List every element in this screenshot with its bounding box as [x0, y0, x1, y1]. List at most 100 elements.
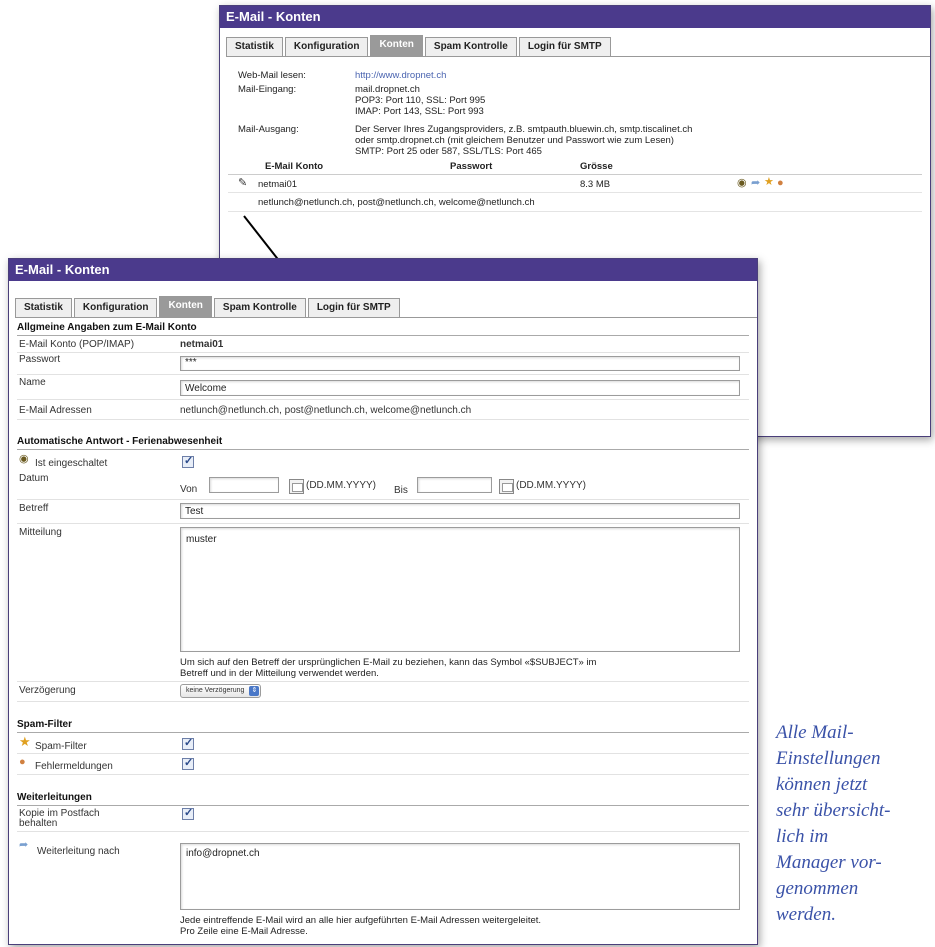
- date-from-format: (DD.MM.YYYY): [306, 480, 376, 491]
- front-panel-title: E-Mail - Konten: [9, 259, 757, 281]
- outgoing-line-1: Der Server Ihres Zugangsproviders, z.B. …: [355, 124, 693, 135]
- back-tab-konten[interactable]: Konten: [370, 35, 423, 56]
- tab-spam-kontrolle[interactable]: Spam Kontrolle: [213, 298, 306, 317]
- row-divider: [17, 753, 749, 754]
- message-textarea[interactable]: muster: [180, 527, 740, 652]
- account-aliases: netlunch@netlunch.ch, post@netlunch.ch, …: [258, 197, 535, 208]
- section-autoreply-heading: Automatische Antwort - Ferienabwesenheit: [17, 436, 223, 447]
- autoreply-enabled-checkbox[interactable]: [182, 454, 194, 468]
- autoreply-enabled-label: Ist eingeschaltet: [35, 458, 108, 469]
- section-forwarding-heading: Weiterleitungen: [17, 792, 92, 803]
- forward-to-label: Weiterleitung nach: [37, 846, 120, 857]
- back-panel-title: E-Mail - Konten: [220, 6, 930, 28]
- row-divider: [17, 419, 749, 420]
- error-messages-checkbox[interactable]: [182, 756, 194, 770]
- section-autoreply-divider: [17, 449, 749, 450]
- delay-select-value: keine Verzögerung: [186, 687, 245, 694]
- incoming-line-1: mail.dropnet.ch: [355, 84, 420, 95]
- caption-line: Einstellungen: [776, 748, 881, 769]
- back-tab-statistik[interactable]: Statistik: [226, 37, 283, 56]
- account-row-divider: [228, 192, 922, 193]
- star-icon: ★: [19, 734, 31, 749]
- incoming-line-2: POP3: Port 110, SSL: Port 995: [355, 95, 486, 106]
- forward-icon: ➦: [19, 839, 29, 851]
- row-divider: [17, 352, 749, 353]
- outgoing-label: Mail-Ausgang:: [238, 124, 299, 135]
- date-label: Datum: [19, 473, 49, 484]
- subject-field[interactable]: Test: [180, 503, 740, 519]
- incoming-line-3: IMAP: Port 143, SSL: Port 993: [355, 106, 484, 117]
- caption-line: können jetzt: [776, 774, 868, 795]
- tab-konfiguration[interactable]: Konfiguration: [73, 298, 158, 317]
- account-value: netmai01: [180, 339, 224, 350]
- back-tab-smtp-login[interactable]: Login für SMTP: [518, 37, 611, 56]
- subject-label: Betreff: [19, 503, 49, 514]
- caption-line: Alle Mail-: [776, 722, 854, 743]
- name-field[interactable]: Welcome: [180, 380, 740, 396]
- date-to-input[interactable]: [417, 477, 492, 493]
- col-header-size: Grösse: [580, 161, 613, 172]
- delay-select[interactable]: keine Verzögerung ⇕: [180, 684, 262, 698]
- autoreply-icon: ◉: [19, 453, 29, 465]
- keep-copy-label-2: behalten: [19, 818, 58, 829]
- caption-line: sehr übersicht-: [776, 800, 891, 821]
- autoreply-icon: ◉: [737, 177, 747, 189]
- section-general-divider: [17, 335, 749, 336]
- back-tab-spam[interactable]: Spam Kontrolle: [424, 37, 517, 56]
- spam-filter-checkbox[interactable]: [182, 736, 194, 750]
- spam-filter-label: Spam-Filter: [35, 741, 87, 752]
- front-tabs: Statistik Konfiguration Konten Spam Kont…: [15, 296, 757, 318]
- message-label: Mitteilung: [19, 527, 62, 538]
- tab-konten[interactable]: Konten: [159, 296, 212, 317]
- row-divider: [17, 774, 749, 775]
- forward-to-textarea[interactable]: info@dropnet.ch: [180, 843, 740, 910]
- date-from-input[interactable]: [209, 477, 279, 493]
- account-label: E-Mail Konto (POP/IMAP): [19, 339, 135, 350]
- front-panel-email-account-edit: E-Mail - Konten Statistik Konfiguration …: [8, 258, 758, 945]
- caption-line: Manager vor-: [776, 852, 882, 873]
- calendar-from-icon[interactable]: [289, 479, 304, 494]
- password-label: Passwort: [19, 354, 61, 365]
- table-header-divider: [228, 174, 922, 175]
- tab-statistik[interactable]: Statistik: [15, 298, 72, 317]
- date-to-label: Bis: [394, 485, 408, 496]
- edit-icon[interactable]: ✎: [238, 178, 247, 189]
- addresses-label: E-Mail Adressen: [19, 405, 92, 416]
- caption-line: werden.: [776, 904, 836, 925]
- section-general-heading: Allgmeine Angaben zum E-Mail Konto: [17, 322, 197, 333]
- date-to-format: (DD.MM.YYYY): [516, 480, 586, 491]
- webmail-link[interactable]: http://www.dropnet.ch: [355, 70, 446, 81]
- incoming-label: Mail-Eingang:: [238, 84, 297, 95]
- password-field[interactable]: ***: [180, 356, 740, 371]
- row-divider: [17, 831, 749, 832]
- tab-smtp-login[interactable]: Login für SMTP: [307, 298, 400, 317]
- calendar-to-icon[interactable]: [499, 479, 514, 494]
- caption-text: Alle Mail- Einstellungen können jetzt se…: [776, 720, 926, 928]
- row-divider: [17, 523, 749, 524]
- forward-hint-line-1: Jede eintreffende E-Mail wird an alle hi…: [180, 915, 542, 926]
- row-divider: [17, 701, 749, 702]
- section-spam-divider: [17, 732, 749, 733]
- outgoing-line-2: oder smtp.dropnet.ch (mit gleichem Benut…: [355, 135, 674, 146]
- caption-line: genommen: [776, 878, 859, 899]
- section-forwarding-divider: [17, 805, 749, 806]
- forward-hint-line-2: Pro Zeile eine E-Mail Adresse.: [180, 926, 308, 937]
- star-icon: ★: [764, 176, 774, 188]
- error-report-icon: ●: [777, 177, 784, 189]
- error-messages-label: Fehlermeldungen: [35, 761, 113, 772]
- account-size: 8.3 MB: [580, 179, 611, 190]
- row-divider: [17, 374, 749, 375]
- row-divider: [17, 499, 749, 500]
- forward-icon: ➦: [751, 177, 761, 189]
- keep-copy-checkbox[interactable]: [182, 806, 194, 820]
- caption-line: lich im: [776, 826, 829, 847]
- delay-label: Verzögerung: [19, 685, 76, 696]
- account-name: netmai01: [258, 179, 298, 190]
- back-tab-konfiguration[interactable]: Konfiguration: [284, 37, 369, 56]
- col-header-password: Passwort: [450, 161, 493, 172]
- webmail-label: Web-Mail lesen:: [238, 70, 306, 81]
- section-spam-heading: Spam-Filter: [17, 719, 73, 730]
- error-report-icon: ●: [19, 756, 26, 768]
- outgoing-line-3: SMTP: Port 25 oder 587, SSL/TLS: Port 46…: [355, 146, 542, 157]
- row-divider: [17, 681, 749, 682]
